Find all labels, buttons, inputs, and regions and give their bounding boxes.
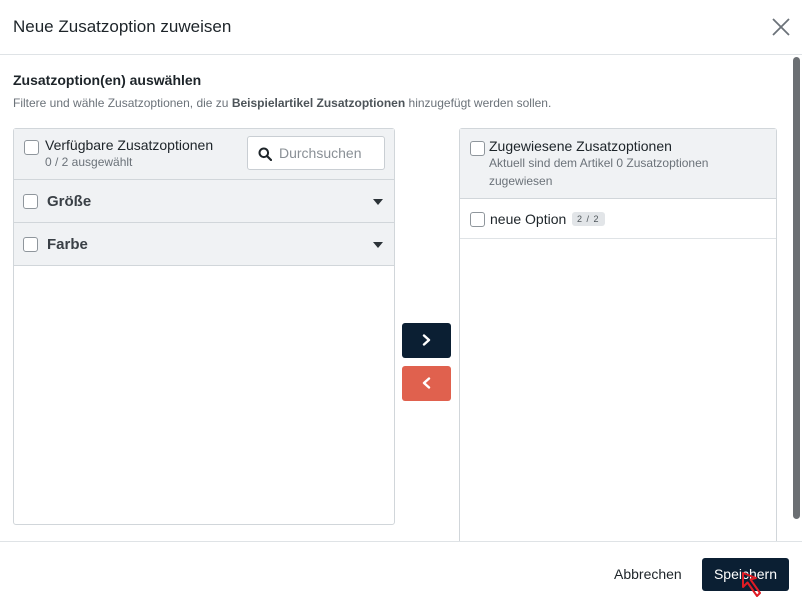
desc-text-before: Filtere und wähle Zusatzoptionen, die zu xyxy=(13,96,229,110)
cancel-button[interactable]: Abbrechen xyxy=(607,558,689,591)
assigned-options-panel: Zugewiesene Zusatzoptionen Aktuell sind … xyxy=(459,128,777,541)
modal-footer: Abbrechen Speichern xyxy=(0,541,802,604)
modal-title: Neue Zusatzoption zuweisen xyxy=(13,17,232,36)
desc-product-name: Beispielartikel Zusatzoptionen xyxy=(231,96,406,110)
group-checkbox[interactable] xyxy=(23,237,38,252)
section-description: Filtere und wähle Zusatzoptionen, die zu… xyxy=(13,96,551,110)
assigned-options-header: Zugewiesene Zusatzoptionen Aktuell sind … xyxy=(460,129,776,199)
available-options-title: Verfügbare Zusatzoptionen xyxy=(45,137,214,153)
option-count-badge: 2 / 2 xyxy=(572,212,605,226)
section-title: Zusatzoption(en) auswählen xyxy=(13,72,202,88)
available-options-header: Verfügbare Zusatzoptionen 0 / 2 ausgewäh… xyxy=(14,129,394,180)
caret-down-icon[interactable] xyxy=(373,199,383,205)
select-all-assigned-checkbox[interactable] xyxy=(470,141,485,156)
search-input[interactable] xyxy=(279,138,381,168)
modal-header: Neue Zusatzoption zuweisen xyxy=(0,0,802,55)
option-group-color[interactable]: Farbe xyxy=(14,223,394,266)
caret-down-icon[interactable] xyxy=(373,242,383,248)
option-checkbox[interactable] xyxy=(470,212,485,227)
option-group-size[interactable]: Größe xyxy=(14,180,394,223)
search-box xyxy=(247,136,385,170)
group-label: Farbe xyxy=(47,236,88,253)
unassign-selected-button[interactable] xyxy=(402,366,451,401)
close-icon xyxy=(772,18,790,36)
assigned-subtitle-line1: Aktuell sind dem Artikel 0 Zusatzoptione… xyxy=(489,156,709,170)
scrollbar-thumb[interactable] xyxy=(793,57,800,519)
desc-text-after: hinzugefügt werden sollen. xyxy=(408,96,552,110)
pointer-cursor-icon xyxy=(742,572,761,597)
assigned-subtitle-line2: zugewiesen xyxy=(489,174,553,188)
assigned-option-row[interactable]: neue Option 2 / 2 xyxy=(460,199,776,239)
select-all-available-checkbox[interactable] xyxy=(24,140,39,155)
chevron-left-icon xyxy=(422,377,431,389)
chevron-right-icon xyxy=(422,334,431,346)
assign-selected-button[interactable] xyxy=(402,323,451,358)
option-label: neue Option xyxy=(490,211,567,227)
assigned-options-title: Zugewiesene Zusatzoptionen xyxy=(489,138,672,154)
group-checkbox[interactable] xyxy=(23,194,38,209)
group-label: Größe xyxy=(47,193,92,210)
available-options-panel: Verfügbare Zusatzoptionen 0 / 2 ausgewäh… xyxy=(13,128,395,525)
close-button[interactable] xyxy=(770,16,792,38)
search-icon xyxy=(258,147,272,161)
available-selected-count: 0 / 2 ausgewählt xyxy=(45,155,133,169)
modal-body: Zusatzoption(en) auswählen Filtere und w… xyxy=(0,55,802,541)
